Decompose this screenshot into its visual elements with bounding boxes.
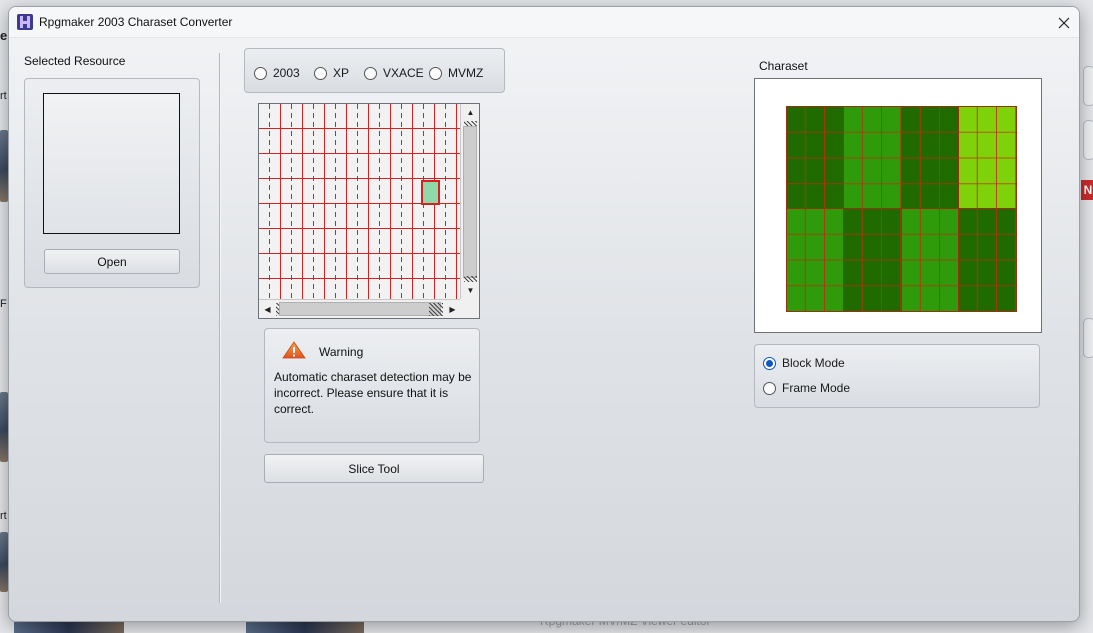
background-thumbnail xyxy=(0,392,8,462)
charset-block xyxy=(785,106,846,210)
frame-mode-radio[interactable]: Frame Mode xyxy=(763,381,850,395)
charset-block xyxy=(785,208,846,312)
scroll-up-arrow[interactable]: ▲ xyxy=(462,104,479,121)
charset-preview xyxy=(754,78,1042,333)
radio-indicator xyxy=(254,66,267,80)
scroll-left-arrow[interactable]: ◀ xyxy=(259,301,276,318)
radio-indicator xyxy=(763,381,776,395)
mode-radio-label: Block Mode xyxy=(782,356,845,370)
warning-title: Warning xyxy=(319,345,364,359)
resource-preview xyxy=(43,93,180,234)
charset-block xyxy=(900,208,960,312)
radio-indicator xyxy=(364,66,377,80)
charset-block xyxy=(900,106,960,210)
open-button[interactable]: Open xyxy=(44,249,180,274)
mode-radio-label: Frame Mode xyxy=(782,381,851,395)
background-thumbnail xyxy=(0,130,8,202)
format-radio-label: XP xyxy=(333,66,350,80)
selected-resource-label: Selected Resource xyxy=(24,54,126,68)
background-thumbnail xyxy=(0,532,8,592)
scroll-right-arrow[interactable]: ▶ xyxy=(444,301,461,318)
radio-indicator xyxy=(314,66,327,80)
panel-separator xyxy=(219,53,221,603)
block-mode-radio[interactable]: Block Mode xyxy=(763,356,845,370)
charset-block xyxy=(843,106,903,210)
charset-block xyxy=(957,208,1018,312)
format-radio-label: 2003 xyxy=(273,66,300,80)
background-text-fragment: rt xyxy=(0,90,7,102)
background-edge-button xyxy=(1083,66,1093,106)
window-title: Rpgmaker 2003 Charaset Converter xyxy=(39,15,233,29)
title-bar: Rpgmaker 2003 Charaset Converter xyxy=(9,7,1079,38)
warning-icon xyxy=(282,341,306,359)
close-button[interactable] xyxy=(1049,7,1079,38)
slicer-grid[interactable] xyxy=(259,104,461,300)
radio-indicator xyxy=(429,66,442,80)
vertical-scrollbar[interactable]: ▲ ▼ xyxy=(460,104,479,300)
format-radio-mvmz[interactable]: MVMZ xyxy=(429,66,483,80)
charset-grid xyxy=(785,106,1018,312)
charset-block xyxy=(957,106,1018,210)
scroll-down-arrow[interactable]: ▼ xyxy=(462,282,479,299)
close-icon xyxy=(1058,17,1070,28)
vertical-scroll-thumb[interactable] xyxy=(463,126,477,278)
background-thumbnail xyxy=(246,622,364,633)
background-badge: N xyxy=(1081,180,1093,200)
format-radio-2003[interactable]: 2003 xyxy=(254,66,300,80)
selected-slice-cell[interactable] xyxy=(421,180,440,205)
slicer-grid-view[interactable]: ▲ ▼ ◀ ▶ xyxy=(258,103,480,319)
warning-message: Automatic charaset detection may be inco… xyxy=(274,370,472,416)
mode-selector xyxy=(754,344,1040,408)
background-text-fragment: F xyxy=(0,298,7,310)
background-edge-button xyxy=(1083,120,1093,160)
app-icon xyxy=(17,14,33,30)
horizontal-scroll-thumb[interactable] xyxy=(279,302,441,316)
format-radio-xp[interactable]: XP xyxy=(314,66,349,80)
format-radio-label: VXACE xyxy=(383,66,424,80)
horizontal-scrollbar[interactable]: ◀ ▶ xyxy=(259,299,461,318)
background-thumbnail xyxy=(14,622,124,633)
format-radio-label: MVMZ xyxy=(448,66,484,80)
charset-block xyxy=(843,208,903,312)
charset-label: Charaset xyxy=(759,59,808,73)
format-radio-vxace[interactable]: VXACE xyxy=(364,66,424,80)
converter-dialog: Rpgmaker 2003 Charaset Converter Selecte… xyxy=(8,6,1080,622)
radio-indicator xyxy=(763,356,776,370)
background-text-fragment: rt xyxy=(0,510,7,522)
background-edge-button xyxy=(1083,318,1093,358)
slice-tool-button[interactable]: Slice Tool xyxy=(264,454,484,483)
